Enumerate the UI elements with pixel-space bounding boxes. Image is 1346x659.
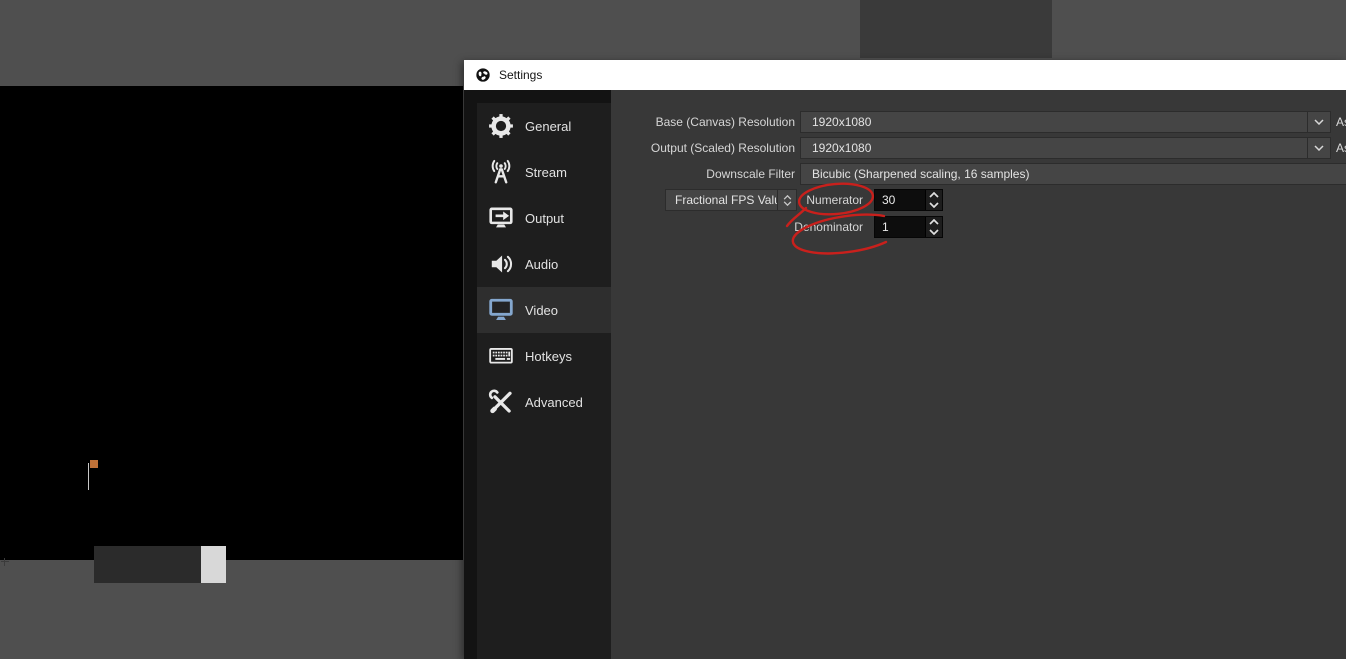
chevron-down-icon[interactable] [1307, 138, 1330, 158]
monitor-icon [486, 295, 516, 325]
chevron-down-icon[interactable] [1307, 112, 1330, 132]
screen: Settings [0, 0, 1346, 659]
window-title: Settings [499, 68, 542, 82]
resize-grip-mark [1, 558, 9, 566]
antenna-icon [486, 157, 516, 187]
base-resolution-suffix: As [1336, 115, 1346, 129]
denominator-spinbox[interactable] [874, 216, 943, 238]
numerator-spinbox[interactable] [874, 189, 943, 211]
sidebar-item-label: Output [525, 211, 564, 226]
output-resolution-combobox[interactable]: 1920x1080 [800, 137, 1331, 159]
sidebar-item-label: Advanced [525, 395, 583, 410]
settings-titlebar[interactable]: Settings [464, 60, 1346, 90]
tools-icon [486, 387, 516, 417]
sidebar-item-output[interactable]: Output [477, 195, 611, 241]
denominator-up-button[interactable] [926, 217, 942, 227]
sidebar-item-label: Stream [525, 165, 567, 180]
sidebar-item-hotkeys[interactable]: Hotkeys [477, 333, 611, 379]
numerator-input[interactable] [875, 190, 925, 210]
denominator-label: Denominator [653, 220, 863, 234]
monitor-arrow-icon [486, 203, 516, 233]
sidebar-item-advanced[interactable]: Advanced [477, 379, 611, 425]
settings-window: Settings [464, 60, 1346, 659]
preview-caret-line [88, 463, 89, 490]
output-resolution-label: Output (Scaled) Resolution [585, 141, 795, 155]
gear-icon [486, 111, 516, 141]
preview-mini-window-button [201, 546, 226, 583]
denominator-input[interactable] [875, 217, 925, 237]
sidebar-item-label: General [525, 119, 571, 134]
speaker-icon [486, 249, 516, 279]
downscale-filter-label: Downscale Filter [585, 167, 795, 181]
output-resolution-suffix: As [1336, 141, 1346, 155]
base-resolution-combobox[interactable]: 1920x1080 [800, 111, 1331, 133]
numerator-label: Numerator [653, 193, 863, 207]
preview-mini-window [94, 546, 226, 583]
keyboard-icon [486, 341, 516, 371]
denominator-down-button[interactable] [926, 227, 942, 237]
background-window-fragment [860, 0, 1052, 58]
preview-orange-marker [90, 460, 98, 468]
obs-logo-icon [475, 67, 491, 83]
downscale-filter-value: Bicubic (Sharpened scaling, 16 samples) [801, 167, 1346, 181]
sidebar-item-label: Video [525, 303, 558, 318]
sidebar-item-label: Audio [525, 257, 558, 272]
sidebar-item-label: Hotkeys [525, 349, 572, 364]
sidebar-item-video[interactable]: Video [477, 287, 611, 333]
base-resolution-label: Base (Canvas) Resolution [585, 115, 795, 129]
numerator-up-button[interactable] [926, 190, 942, 200]
sidebar-item-audio[interactable]: Audio [477, 241, 611, 287]
numerator-down-button[interactable] [926, 200, 942, 210]
obs-preview-area[interactable] [0, 86, 463, 560]
output-resolution-value: 1920x1080 [801, 141, 1307, 155]
settings-nav-list: General Stream [477, 103, 611, 659]
downscale-filter-combobox[interactable]: Bicubic (Sharpened scaling, 16 samples) [800, 163, 1346, 185]
base-resolution-value: 1920x1080 [801, 115, 1307, 129]
